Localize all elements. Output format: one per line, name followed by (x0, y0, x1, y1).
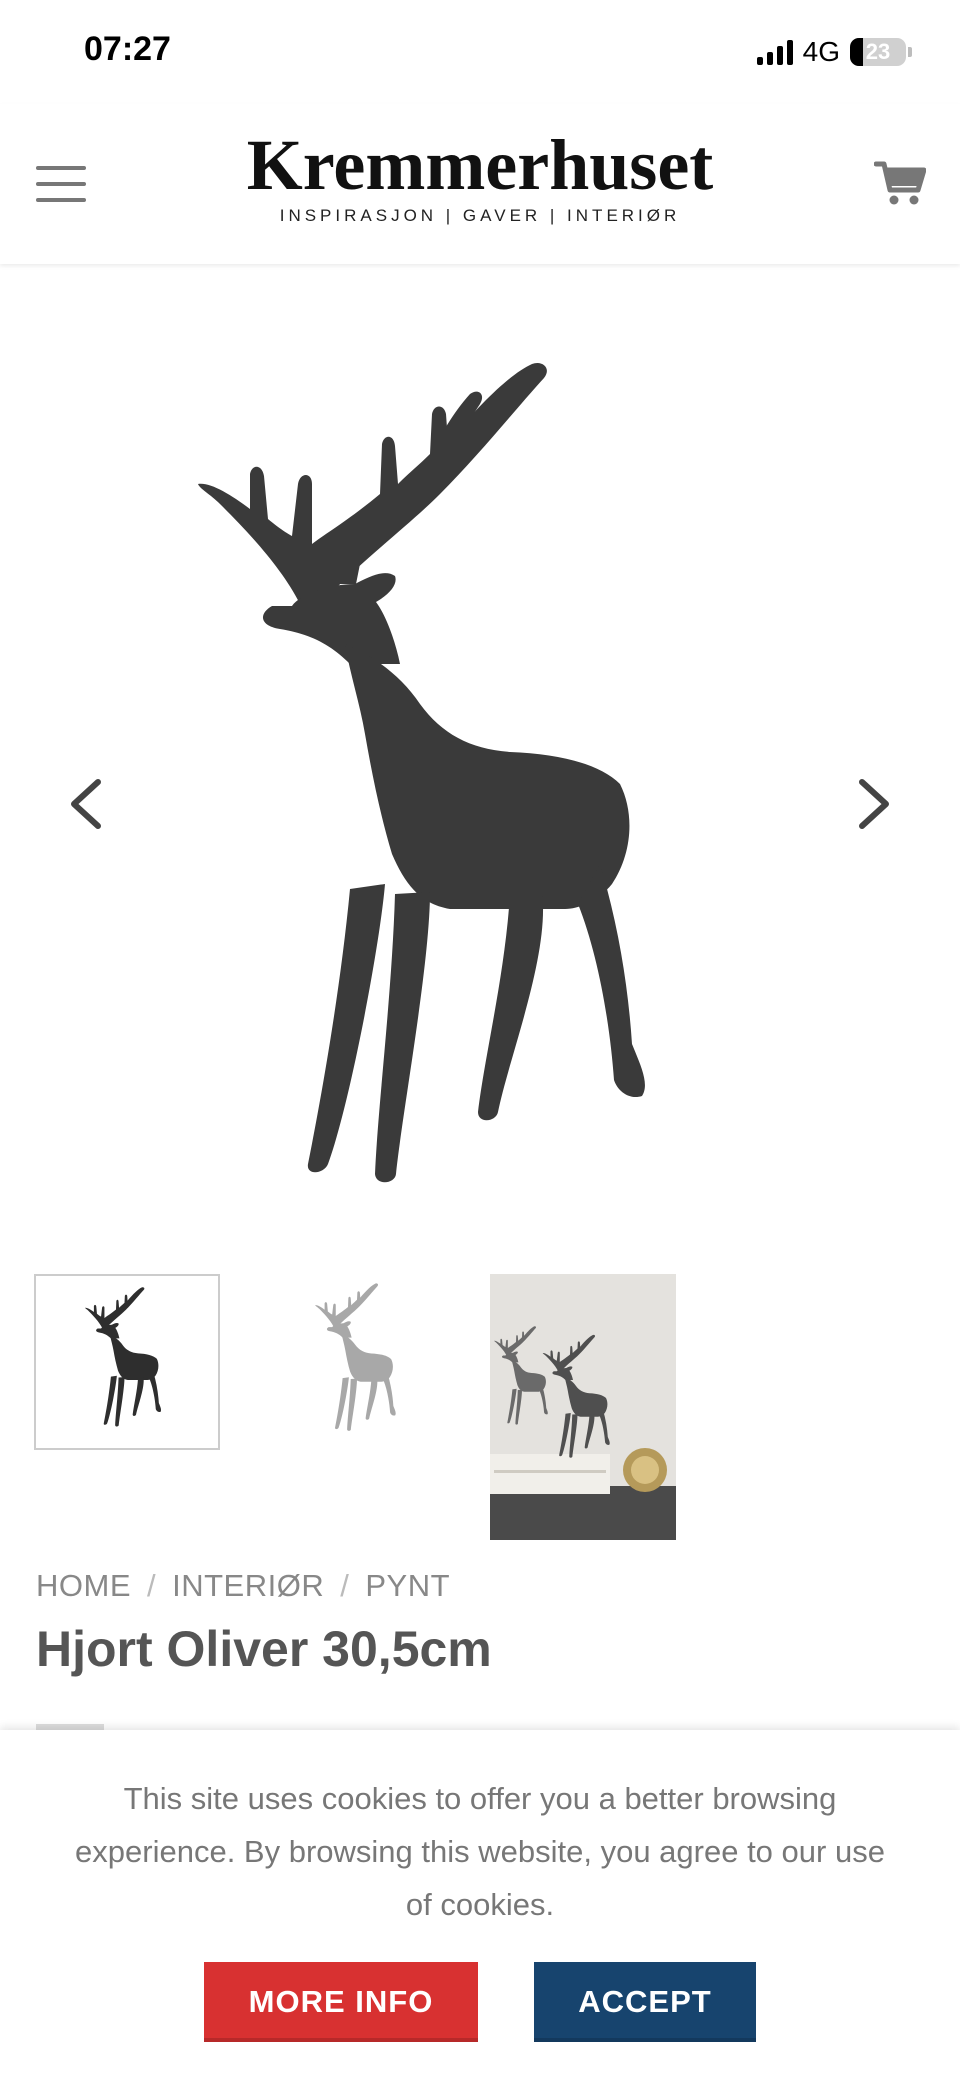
status-bar: 07:27 4G 23 (0, 0, 960, 104)
logo-text: Kremmerhuset (246, 125, 714, 205)
site-logo[interactable]: Kremmerhuset INSPIRASJON | GAVER | INTER… (0, 128, 960, 226)
thumbnail-2[interactable] (262, 1274, 448, 1450)
shopping-cart-icon[interactable] (873, 156, 927, 208)
product-image-reindeer[interactable] (180, 344, 780, 1224)
thumbnail-3[interactable] (490, 1274, 676, 1540)
signal-icon (756, 39, 793, 65)
status-indicators: 4G 23 (756, 36, 912, 68)
cookie-buttons: MORE INFO ACCEPT (0, 1962, 960, 2042)
breadcrumb-separator: / (147, 1568, 157, 1603)
battery-icon: 23 (850, 38, 906, 66)
cookie-notice-text: This site uses cookies to offer you a be… (75, 1781, 885, 1922)
breadcrumb-separator: / (340, 1568, 350, 1603)
site-header: Kremmerhuset INSPIRASJON | GAVER | INTER… (0, 104, 960, 264)
breadcrumb: HOME / INTERIØR / PYNT (36, 1568, 450, 1604)
chevron-left-icon[interactable] (58, 764, 118, 844)
breadcrumb-home[interactable]: HOME (36, 1568, 131, 1603)
status-time: 07:27 (84, 30, 171, 68)
network-type: 4G (802, 36, 840, 67)
battery-tip (908, 47, 912, 57)
accept-cookies-button[interactable]: ACCEPT (534, 1962, 756, 2042)
logo-tagline: INSPIRASJON | GAVER | INTERIØR (279, 206, 681, 225)
thumbnail-1[interactable] (34, 1274, 220, 1450)
chevron-right-icon[interactable] (842, 764, 902, 844)
cookie-banner: This site uses cookies to offer you a be… (0, 1730, 960, 2078)
product-gallery (0, 264, 960, 1234)
breadcrumb-pynt[interactable]: PYNT (365, 1568, 450, 1603)
breadcrumb-interior[interactable]: INTERIØR (172, 1568, 324, 1603)
product-title: Hjort Oliver 30,5cm (36, 1621, 492, 1677)
thumbnail-strip (34, 1274, 676, 1540)
more-info-button[interactable]: MORE INFO (204, 1962, 478, 2042)
battery-level: 23 (865, 39, 891, 64)
